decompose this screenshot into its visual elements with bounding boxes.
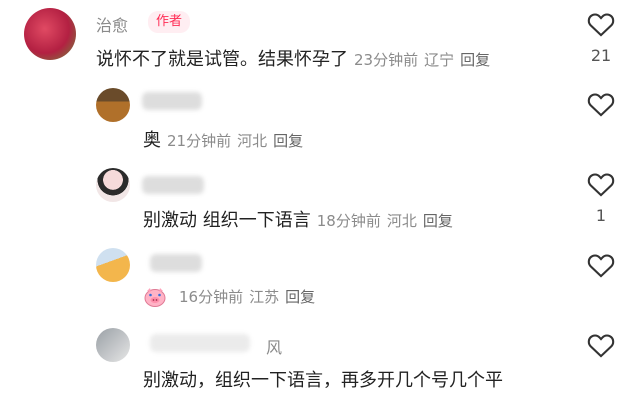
reply-button[interactable]: 回复 <box>285 288 315 306</box>
comment-time: 18分钟前 <box>316 212 381 230</box>
comment-location: 辽宁 <box>424 51 455 69</box>
username-blurred <box>142 92 202 110</box>
avatar[interactable] <box>24 8 76 60</box>
comment-text: 奥 21分钟前 河北 回复 <box>143 126 303 152</box>
comment-text: 说怀不了就是试管。结果怀孕了 23分钟前 辽宁 回复 <box>96 45 490 71</box>
heart-outline-icon <box>587 93 615 117</box>
comment-location: 河北 <box>237 132 268 150</box>
reply-button[interactable]: 回复 <box>423 212 453 230</box>
comment-body: 说怀不了就是试管。结果怀孕了 <box>96 49 348 70</box>
heart-outline-icon <box>587 254 615 278</box>
comment-body: 别激动 组织一下语言 <box>143 210 311 231</box>
comment-text: 别激动，组织一下语言，再多开几个号几个平 <box>143 366 503 392</box>
username-blurred <box>150 254 202 272</box>
author-badge: 作者 <box>148 11 191 33</box>
username[interactable]: 风 <box>266 334 282 358</box>
comment-body: 奥 <box>143 130 161 151</box>
like-count: 1 <box>595 206 607 225</box>
comment-location: 河北 <box>386 212 417 230</box>
heart-outline-icon <box>587 334 615 358</box>
reply-button[interactable]: 回复 <box>460 51 490 69</box>
like-button[interactable] <box>587 11 615 37</box>
comment-time: 16分钟前 <box>179 288 244 306</box>
like-button[interactable] <box>587 91 615 117</box>
like-button[interactable] <box>587 332 615 358</box>
avatar[interactable] <box>96 168 130 202</box>
like-count: 21 <box>590 46 612 65</box>
avatar[interactable] <box>96 248 130 282</box>
reply-button[interactable]: 回复 <box>273 132 303 150</box>
comment-time: 23分钟前 <box>354 51 419 69</box>
comment-time: 21分钟前 <box>167 132 232 150</box>
like-button[interactable] <box>587 252 615 278</box>
username-blurred <box>150 334 250 352</box>
username-blurred <box>142 176 204 194</box>
comment-location: 江苏 <box>249 288 280 306</box>
comment-text: 16分钟前 江苏 回复 <box>143 286 315 308</box>
heart-outline-icon <box>587 13 615 37</box>
pig-face-icon <box>144 288 166 307</box>
comment-body: 别激动，组织一下语言，再多开几个号几个平 <box>143 370 503 391</box>
username[interactable]: 治愈 <box>96 12 128 36</box>
avatar[interactable] <box>96 328 130 362</box>
heart-outline-icon <box>587 173 615 197</box>
like-button[interactable] <box>587 171 615 197</box>
avatar[interactable] <box>96 88 130 122</box>
comment-text: 别激动 组织一下语言 18分钟前 河北 回复 <box>143 206 453 232</box>
